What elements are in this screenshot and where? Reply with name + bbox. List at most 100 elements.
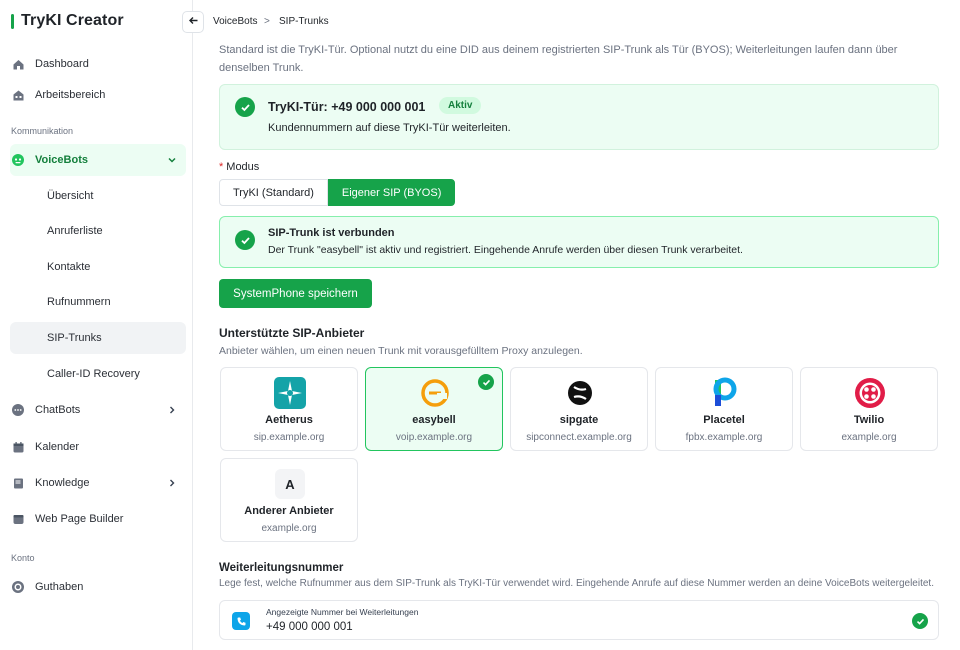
phone-icon	[232, 612, 250, 630]
mode-label: * Modus	[219, 161, 259, 173]
breadcrumb-current: SIP-Trunks	[279, 16, 329, 27]
sidebar-item-label: Guthaben	[35, 581, 84, 593]
intro-text: Standard ist die TryKI-Tür. Optional nut…	[219, 44, 898, 74]
building-icon	[11, 88, 25, 102]
back-button[interactable]	[182, 11, 204, 33]
forwarding-heading: Weiterleitungsnummer	[219, 562, 344, 574]
trunk-status-title: SIP-Trunk ist verbunden	[268, 227, 395, 239]
sidebar-item-label: Arbeitsbereich	[35, 89, 106, 101]
sidebar-item-web-page-builder[interactable]: Web Page Builder	[10, 503, 186, 535]
forwarding-number-field[interactable]: Angezeigte Nummer bei Weiterleitungen +4…	[219, 600, 939, 640]
required-mark: *	[219, 161, 224, 173]
sidebar-item-kalender[interactable]: Kalender	[10, 431, 186, 463]
provider-domain: example.org	[261, 523, 317, 534]
chat-icon	[11, 403, 25, 417]
check-circle-icon	[235, 230, 255, 250]
tryki-door-title: TryKI-Tür: +49 000 000 001	[268, 100, 426, 114]
sidebar-item-guthaben[interactable]: Guthaben	[10, 571, 186, 603]
sidebar-item-arbeitsbereich[interactable]: Arbeitsbereich	[10, 79, 186, 111]
mode-option-tryki[interactable]: TryKI (Standard)	[219, 179, 328, 206]
providers-description: Anbieter wählen, um einen neuen Trunk mi…	[219, 345, 583, 357]
forwarding-number-value: +49 000 000 001	[266, 621, 353, 633]
provider-domain: example.org	[841, 432, 897, 443]
brand[interactable]: TryKI Creator	[11, 12, 124, 30]
tryki-door-card: TryKI-Tür: +49 000 000 001 Aktiv Kundenn…	[219, 84, 939, 150]
save-systemphone-button[interactable]: SystemPhone speichern	[219, 279, 372, 308]
coin-icon	[11, 580, 25, 594]
status-badge: Aktiv	[439, 97, 482, 114]
mode-segmented-control: TryKI (Standard) Eigener SIP (BYOS)	[219, 179, 456, 206]
provider-name: sipgate	[559, 414, 599, 426]
sidebar-subitem-kontakte[interactable]: Kontakte	[10, 251, 186, 283]
provider-domain: voip.example.org	[395, 432, 473, 443]
breadcrumb-separator: >	[264, 16, 270, 27]
sidebar-item-label: Übersicht	[47, 190, 94, 202]
sidebar-item-label: Rufnummern	[47, 296, 111, 308]
section-label-kommunikation: Kommunikation	[11, 126, 74, 136]
section-label-konto: Konto	[11, 553, 35, 563]
valid-check-icon	[912, 613, 928, 629]
sidebar-subitem-uebersicht[interactable]: Übersicht	[10, 180, 186, 212]
sidebar-subitem-anruferliste[interactable]: Anruferliste	[10, 215, 186, 247]
sipgate-logo-icon	[563, 376, 597, 410]
chevron-right-icon	[166, 404, 178, 416]
chevron-right-icon	[166, 477, 178, 489]
book-icon	[11, 476, 25, 490]
twilio-logo-icon	[853, 376, 887, 410]
sidebar-item-label: Caller-ID Recovery	[47, 368, 140, 380]
sidebar-item-label: Web Page Builder	[35, 513, 124, 525]
letter-a-glyph: A	[285, 476, 295, 492]
provider-card-easybell[interactable]: easybell voip.example.org	[365, 367, 503, 451]
sidebar: TryKI Creator Dashboard Arbeitsbereich K…	[0, 0, 193, 650]
providers-heading: Unterstützte SIP-Anbieter	[219, 326, 365, 340]
provider-card-placetel[interactable]: Placetel fpbx.example.org	[655, 367, 793, 451]
provider-card-sipgate[interactable]: sipgate sipconnect.example.org	[510, 367, 648, 451]
home-icon	[11, 57, 25, 71]
placetel-logo-icon	[708, 376, 742, 410]
sidebar-item-label: ChatBots	[35, 404, 81, 416]
breadcrumb-parent[interactable]: VoiceBots	[213, 16, 257, 27]
sidebar-item-label: Anruferliste	[47, 225, 103, 237]
provider-domain: fpbx.example.org	[685, 432, 763, 443]
provider-card-aetherus[interactable]: Aetherus sip.example.org	[220, 367, 358, 451]
sidebar-item-label: Kontakte	[47, 261, 91, 273]
mode-option-byos[interactable]: Eigener SIP (BYOS)	[327, 179, 456, 206]
calendar-icon	[11, 440, 25, 454]
sidebar-item-voicebots[interactable]: VoiceBots	[10, 144, 186, 176]
trunk-status-message: Der Trunk "easybell" ist aktiv und regis…	[268, 244, 743, 256]
mode-label-text: Modus	[226, 161, 260, 173]
sidebar-item-chatbots[interactable]: ChatBots	[10, 394, 186, 426]
sidebar-item-label: SIP-Trunks	[47, 332, 102, 344]
sidebar-item-label: Knowledge	[35, 477, 90, 489]
sidebar-item-label: Dashboard	[35, 58, 89, 70]
web-icon	[11, 512, 25, 526]
voicebot-icon	[11, 153, 25, 167]
provider-name: Aetherus	[265, 414, 313, 426]
brand-accent-bar	[11, 13, 14, 29]
chevron-down-icon	[166, 154, 178, 166]
easybell-logo-icon	[418, 376, 452, 410]
provider-name: Placetel	[703, 414, 745, 426]
trunk-status-card: SIP-Trunk ist verbunden Der Trunk "easyb…	[219, 216, 939, 268]
provider-card-anderer-anbieter[interactable]: A Anderer Anbieter example.org	[220, 458, 358, 542]
aetherus-logo-icon	[273, 376, 307, 410]
provider-name: Twilio	[853, 414, 885, 426]
tryki-door-subtitle: Kundennummern auf diese TryKI-Tür weiter…	[268, 122, 511, 134]
check-circle-icon	[235, 97, 255, 117]
forwarding-field-label: Angezeigte Nummer bei Weiterleitungen	[266, 607, 419, 617]
sidebar-item-dashboard[interactable]: Dashboard	[10, 48, 186, 80]
provider-name: easybell	[412, 414, 456, 426]
provider-name: Anderer Anbieter	[244, 505, 334, 517]
provider-domain: sip.example.org	[253, 432, 325, 443]
sidebar-subitem-rufnummern[interactable]: Rufnummern	[10, 286, 186, 318]
forwarding-description: Lege fest, welche Rufnummer aus dem SIP-…	[219, 578, 934, 589]
sidebar-subitem-caller-id-recovery[interactable]: Caller-ID Recovery	[10, 358, 186, 390]
provider-domain: sipconnect.example.org	[526, 432, 632, 443]
sidebar-item-label: VoiceBots	[35, 154, 88, 166]
sidebar-item-label: Kalender	[35, 441, 80, 453]
sidebar-subitem-sip-trunks[interactable]: SIP-Trunks	[10, 322, 186, 354]
provider-card-twilio[interactable]: Twilio example.org	[800, 367, 938, 451]
app-title: TryKI Creator	[21, 12, 124, 29]
sidebar-item-knowledge[interactable]: Knowledge	[10, 467, 186, 499]
letter-a-icon: A	[275, 469, 305, 499]
